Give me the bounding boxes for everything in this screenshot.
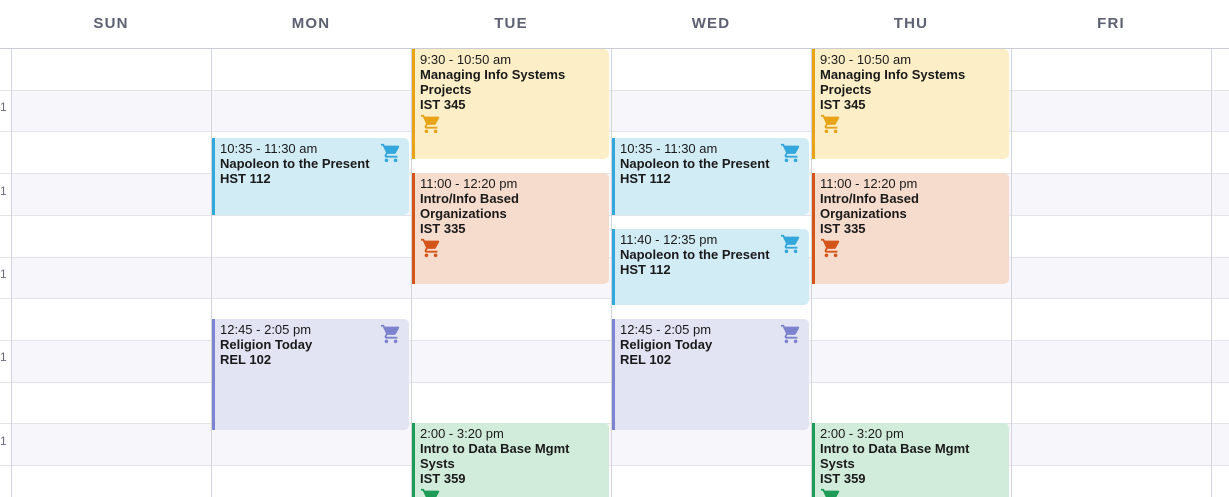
event-block[interactable]: 2:00 - 3:20 pm Intro to Data Base Mgmt S… <box>812 423 1009 497</box>
time-tick: 1 <box>0 267 7 281</box>
cart-icon[interactable] <box>420 487 442 497</box>
event-time: 2:00 - 3:20 pm <box>820 426 904 441</box>
event-time: 11:00 - 12:20 pm <box>420 176 518 191</box>
day-header-wed: WED <box>691 15 731 32</box>
cart-icon[interactable] <box>780 233 802 255</box>
cart-icon[interactable] <box>380 323 402 345</box>
event-course-code: REL 102 <box>620 352 672 367</box>
time-tick: 1 <box>0 350 7 364</box>
event-time: 12:45 - 2:05 pm <box>220 322 312 337</box>
event-title: Napoleon to the Present <box>220 156 370 171</box>
event-course-code: IST 345 <box>420 97 466 112</box>
event-title: Religion Today <box>220 337 313 352</box>
event-block[interactable]: 11:00 - 12:20 pm Intro/Info Based Organi… <box>412 173 609 284</box>
event-course-code: IST 359 <box>820 471 866 486</box>
event-block[interactable]: 9:30 - 10:50 am Managing Info Systems Pr… <box>412 49 609 159</box>
cart-icon[interactable] <box>820 237 842 259</box>
grid-line <box>0 465 1229 466</box>
event-title: Intro to Data Base Mgmt Systs <box>420 441 570 471</box>
day-header-sun: SUN <box>93 15 129 32</box>
event-course-code: IST 359 <box>420 471 466 486</box>
grid-line <box>0 89 1229 91</box>
event-time: 10:35 - 11:30 am <box>220 141 318 156</box>
cart-icon[interactable] <box>820 113 842 135</box>
event-title: Religion Today <box>620 337 713 352</box>
time-slot-band <box>11 89 1229 132</box>
event-time: 11:40 - 12:35 pm <box>620 232 718 247</box>
event-course-code: IST 335 <box>420 221 466 236</box>
event-title: Intro to Data Base Mgmt Systs <box>820 441 970 471</box>
event-title: Napoleon to the Present <box>620 156 770 171</box>
time-tick: 1 <box>0 100 7 114</box>
event-block[interactable]: 12:45 - 2:05 pm Religion Today REL 102 <box>212 319 409 430</box>
grid-line <box>0 131 1229 133</box>
day-header-mon: MON <box>291 15 331 32</box>
event-course-code: HST 112 <box>220 171 271 186</box>
event-block[interactable]: 11:00 - 12:20 pm Intro/Info Based Organi… <box>812 173 1009 284</box>
day-header-tue: TUE <box>494 15 528 32</box>
day-header-fri: FRI <box>1097 15 1125 32</box>
column-divider <box>11 0 12 497</box>
event-time: 9:30 - 10:50 am <box>820 52 912 67</box>
event-course-code: IST 335 <box>820 221 866 236</box>
event-title: Managing Info Systems Projects <box>820 67 966 97</box>
cart-icon[interactable] <box>780 142 802 164</box>
event-time: 10:35 - 11:30 am <box>620 141 718 156</box>
event-time: 12:45 - 2:05 pm <box>620 322 712 337</box>
column-divider <box>1211 0 1212 497</box>
time-tick: 1 <box>0 184 7 198</box>
event-block[interactable]: 12:45 - 2:05 pm Religion Today REL 102 <box>612 319 809 430</box>
event-time: 9:30 - 10:50 am <box>420 52 512 67</box>
column-divider <box>1011 0 1012 497</box>
cart-icon[interactable] <box>420 237 442 259</box>
event-block[interactable]: 11:40 - 12:35 pm Napoleon to the Present… <box>612 229 809 305</box>
event-course-code: HST 112 <box>620 262 671 277</box>
event-course-code: HST 112 <box>620 171 671 186</box>
event-time: 2:00 - 3:20 pm <box>420 426 504 441</box>
event-block[interactable]: 10:35 - 11:30 am Napoleon to the Present… <box>212 138 409 215</box>
event-time: 11:00 - 12:20 pm <box>820 176 918 191</box>
cart-icon[interactable] <box>820 487 842 497</box>
event-course-code: REL 102 <box>220 352 272 367</box>
event-course-code: IST 345 <box>820 97 866 112</box>
event-block[interactable]: 2:00 - 3:20 pm Intro to Data Base Mgmt S… <box>412 423 609 497</box>
day-header-row: SUN MON TUE WED THU FRI <box>0 0 1229 49</box>
event-block[interactable]: 9:30 - 10:50 am Managing Info Systems Pr… <box>812 49 1009 159</box>
time-tick: 1 <box>0 434 7 448</box>
day-header-thu: THU <box>893 15 929 32</box>
event-title: Intro/Info Based Organizations <box>820 191 919 221</box>
cart-icon[interactable] <box>420 113 442 135</box>
event-title: Napoleon to the Present <box>620 247 770 262</box>
event-title: Managing Info Systems Projects <box>420 67 566 97</box>
event-title: Intro/Info Based Organizations <box>420 191 519 221</box>
event-block[interactable]: 10:35 - 11:30 am Napoleon to the Present… <box>612 138 809 215</box>
week-calendar: SUN MON TUE WED THU FRI 1 1 1 1 1 10:35 … <box>0 0 1229 497</box>
cart-icon[interactable] <box>780 323 802 345</box>
cart-icon[interactable] <box>380 142 402 164</box>
